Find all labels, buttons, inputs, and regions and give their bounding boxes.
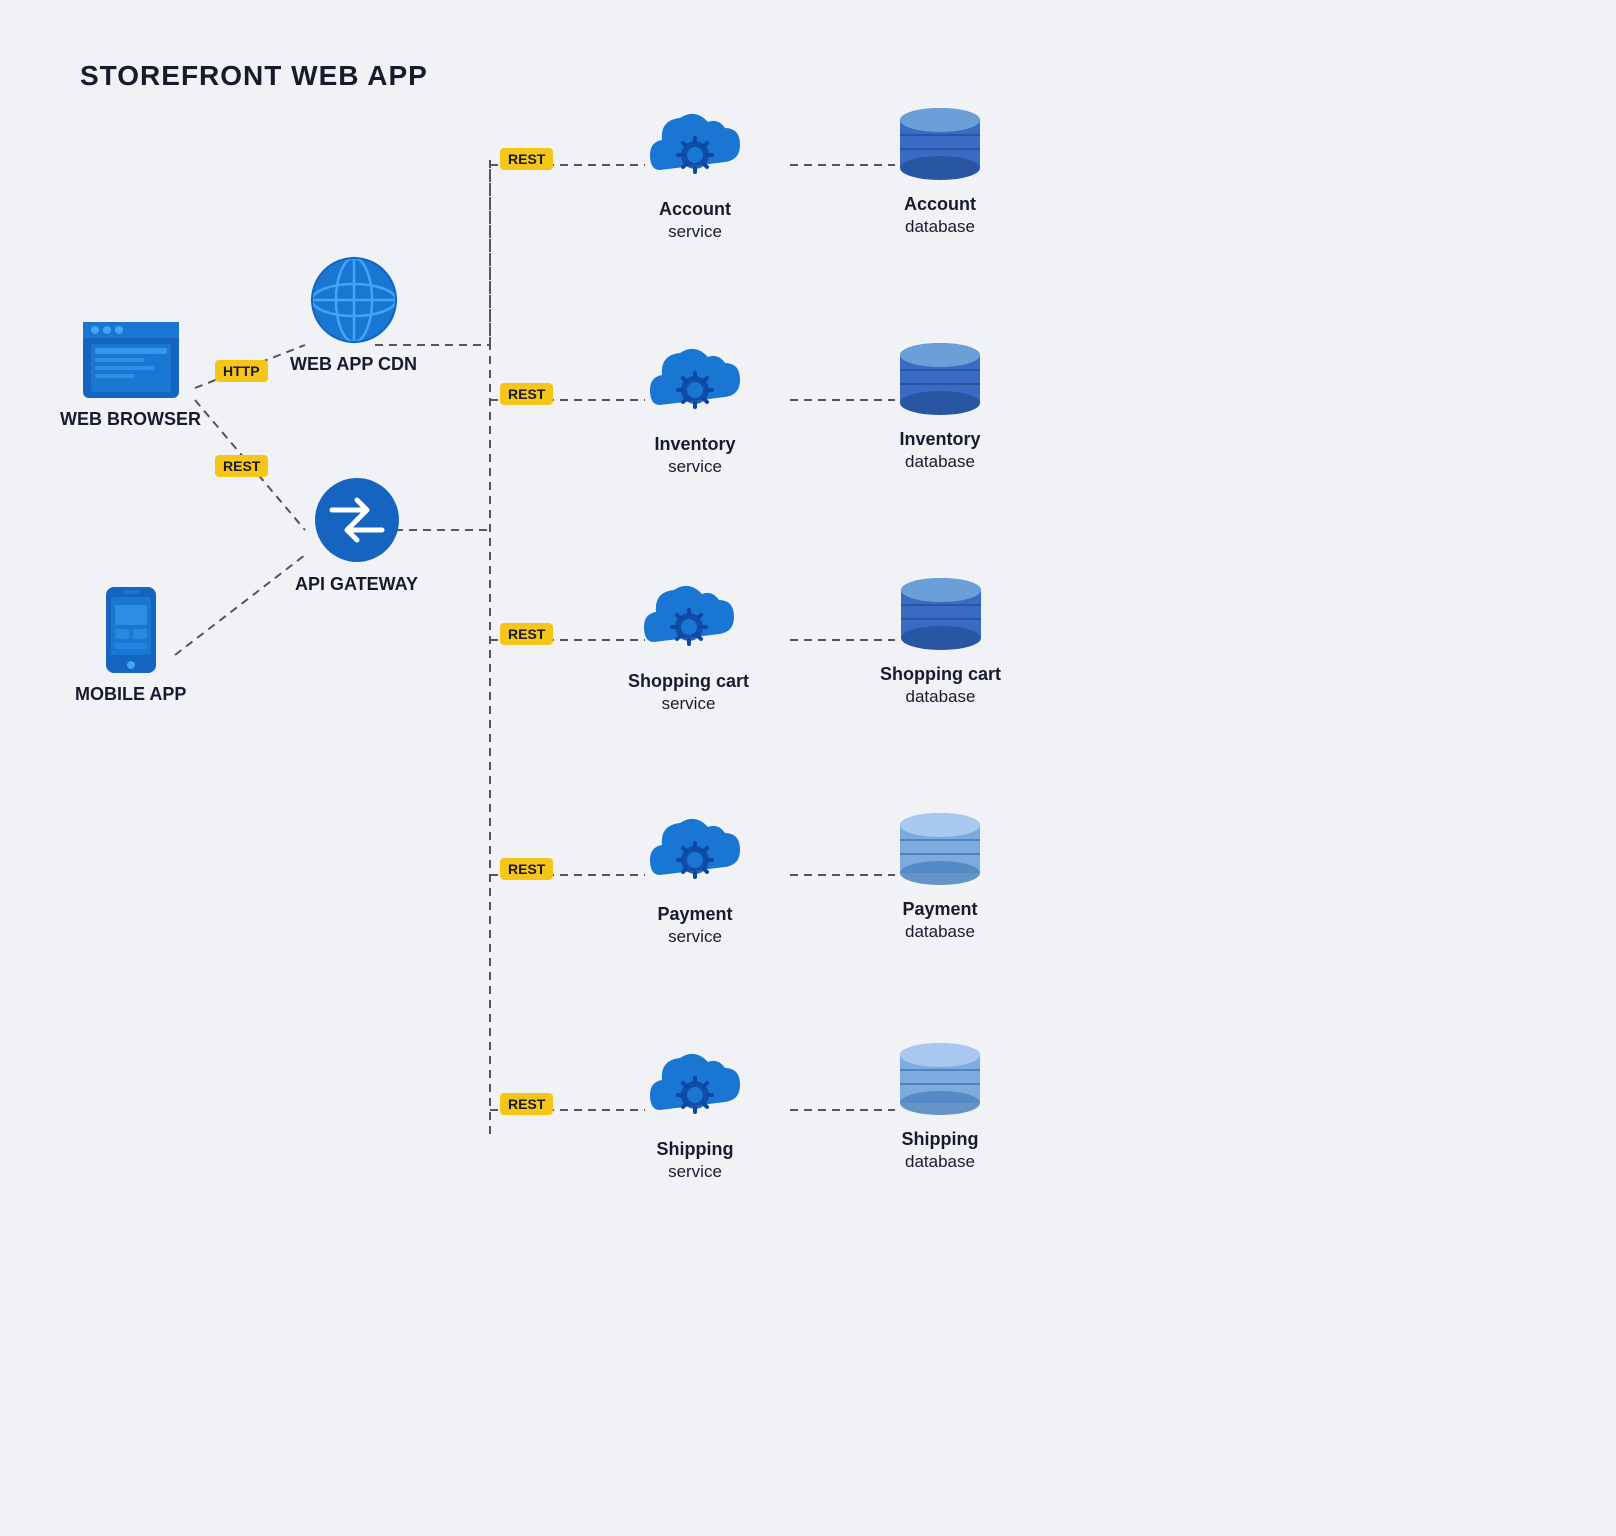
inventory-service-label: Inventory service — [654, 433, 735, 478]
inventory-db-node: Inventory database — [895, 340, 985, 473]
rest-browser-badge: REST — [215, 455, 268, 477]
account-db-label: Account database — [904, 193, 976, 238]
payment-service-label: Payment service — [657, 903, 732, 948]
api-gateway-label: API GATEWAY — [295, 573, 418, 596]
web-browser-label: WEB BROWSER — [60, 408, 201, 431]
web-browser-icon — [81, 320, 181, 400]
diagram-container: STOREFRONT WEB APP HTTP — [0, 0, 1616, 1536]
payment-db-icon — [895, 810, 985, 890]
payment-service-node: Payment service — [640, 805, 750, 948]
shopping-cart-db-icon — [896, 575, 986, 655]
mobile-app-label: MOBILE APP — [75, 683, 186, 706]
shopping-cart-db-label: Shopping cart database — [880, 663, 1001, 708]
inventory-service-node: Inventory service — [640, 335, 750, 478]
shipping-service-label: Shipping service — [657, 1138, 734, 1183]
api-gateway-node: API GATEWAY — [295, 475, 418, 596]
rest-payment-badge: REST — [500, 858, 553, 880]
web-browser-node: WEB BROWSER — [60, 320, 201, 431]
shipping-service-node: Shipping service — [640, 1040, 750, 1183]
account-service-icon — [640, 100, 750, 190]
shopping-cart-service-node: Shopping cart service — [628, 572, 749, 715]
account-db-icon — [895, 105, 985, 185]
mobile-icon — [101, 585, 161, 675]
rest-inventory-badge: REST — [500, 383, 553, 405]
page-title: STOREFRONT WEB APP — [80, 60, 1536, 92]
inventory-service-icon — [640, 335, 750, 425]
web-app-cdn-label: WEB APP CDN — [290, 353, 417, 376]
payment-db-node: Payment database — [895, 810, 985, 943]
inventory-db-icon — [895, 340, 985, 420]
diagram-lines — [0, 0, 1616, 1536]
rest-shipping-badge: REST — [500, 1093, 553, 1115]
payment-service-icon — [640, 805, 750, 895]
inventory-db-label: Inventory database — [899, 428, 980, 473]
shopping-cart-service-icon — [634, 572, 744, 662]
rest-cart-badge: REST — [500, 623, 553, 645]
http-badge: HTTP — [215, 360, 268, 382]
shipping-service-icon — [640, 1040, 750, 1130]
mobile-app-node: MOBILE APP — [75, 585, 186, 706]
account-service-label: Account service — [659, 198, 731, 243]
shipping-db-node: Shipping database — [895, 1040, 985, 1173]
shopping-cart-service-label: Shopping cart service — [628, 670, 749, 715]
shopping-cart-db-node: Shopping cart database — [880, 575, 1001, 708]
rest-account-badge: REST — [500, 148, 553, 170]
shipping-db-icon — [895, 1040, 985, 1120]
payment-db-label: Payment database — [902, 898, 977, 943]
account-service-node: Account service — [640, 100, 750, 243]
shipping-db-label: Shipping database — [902, 1128, 979, 1173]
api-gateway-icon — [312, 475, 402, 565]
web-app-cdn-node: WEB APP CDN — [290, 255, 417, 376]
globe-icon — [309, 255, 399, 345]
account-db-node: Account database — [895, 105, 985, 238]
